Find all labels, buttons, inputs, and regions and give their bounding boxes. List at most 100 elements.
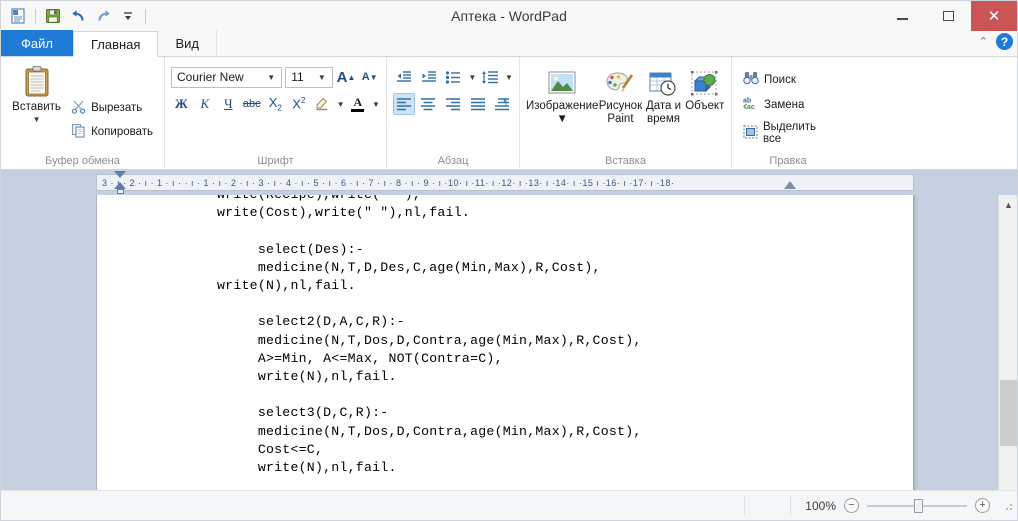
bold-button[interactable]: Ж bbox=[171, 93, 192, 115]
zoom-slider-thumb[interactable] bbox=[914, 498, 923, 513]
find-button[interactable]: Поиск bbox=[738, 68, 838, 91]
paragraph-settings-button[interactable]: ¶ bbox=[491, 93, 513, 115]
left-indent-marker[interactable] bbox=[117, 189, 124, 194]
align-right-button[interactable] bbox=[442, 93, 464, 115]
shrink-font-button[interactable]: A ▼ bbox=[359, 66, 380, 88]
zoom-percent-label: 100% bbox=[805, 498, 836, 513]
hanging-indent-marker[interactable] bbox=[114, 182, 126, 189]
undo-icon[interactable] bbox=[67, 5, 89, 27]
insert-picture-dropdown-icon[interactable]: ▼ bbox=[557, 113, 568, 126]
collapse-ribbon-icon[interactable]: ⌃ bbox=[979, 35, 988, 48]
copy-label: Копировать bbox=[91, 126, 153, 138]
highlight-button[interactable] bbox=[312, 93, 333, 115]
increase-indent-button[interactable] bbox=[418, 66, 440, 88]
select-all-label: Выделить все bbox=[763, 121, 817, 145]
grow-font-button[interactable]: A ▲ bbox=[336, 66, 357, 88]
cut-button[interactable]: Вырезать bbox=[66, 96, 158, 120]
font-size-combo[interactable]: 11 ▼ bbox=[285, 66, 333, 88]
qat-separator-1 bbox=[35, 8, 36, 24]
font-color-dropdown-icon[interactable]: ▼ bbox=[372, 100, 380, 109]
object-icon bbox=[688, 68, 722, 100]
zoom-in-button[interactable]: + bbox=[975, 498, 990, 513]
bullets-dropdown-icon[interactable]: ▼ bbox=[468, 73, 476, 82]
font-row-2: Ж К Ч abc X2 X2 ▼ A ▼ bbox=[171, 93, 380, 115]
redo-icon[interactable] bbox=[92, 5, 114, 27]
select-all-button[interactable]: Выделить все bbox=[738, 118, 838, 148]
tab-view[interactable]: Вид bbox=[158, 30, 217, 56]
insert-object-label: Объект bbox=[685, 100, 725, 112]
ribbon-group-font: Courier New ▼ 11 ▼ A ▲ A ▼ Ж К Ч abc X2 … bbox=[164, 57, 386, 170]
underline-icon: Ч bbox=[224, 96, 233, 111]
italic-button[interactable]: К bbox=[195, 93, 216, 115]
close-button[interactable]: ✕ bbox=[971, 1, 1017, 31]
decrease-indent-button[interactable] bbox=[393, 66, 415, 88]
chevron-down-icon[interactable]: ▼ bbox=[314, 73, 330, 82]
paint-drawing-label-2: Paint bbox=[607, 113, 634, 126]
clipboard-group-label: Буфер обмена bbox=[45, 155, 120, 167]
replace-button[interactable]: ab ac Замена bbox=[738, 93, 838, 116]
underline-button[interactable]: Ч bbox=[218, 93, 239, 115]
ribbon-tabs: Файл Главная Вид ⌃ ? bbox=[1, 30, 1017, 57]
minimize-button[interactable] bbox=[879, 1, 925, 31]
cut-label: Вырезать bbox=[91, 102, 143, 114]
status-separator-1 bbox=[744, 496, 746, 515]
line-spacing-button[interactable] bbox=[479, 66, 501, 88]
first-line-indent-marker[interactable] bbox=[114, 171, 126, 178]
zoom-slider[interactable] bbox=[867, 498, 967, 513]
svg-text:ac: ac bbox=[747, 104, 755, 110]
title-bar: Аптека - WordPad ✕ bbox=[1, 1, 1017, 31]
ribbon: Вставить ▼ Вырезать Копировать Буфер обм… bbox=[1, 57, 1017, 170]
line-spacing-dropdown-icon[interactable]: ▼ bbox=[505, 73, 513, 82]
document-text[interactable]: write(Recipe),write(" "), write(Cost),wr… bbox=[217, 195, 642, 514]
clipboard-commands: Вырезать Копировать bbox=[66, 62, 158, 170]
editing-group-label: Правка bbox=[769, 155, 807, 167]
zoom-out-button[interactable]: − bbox=[844, 498, 859, 513]
grow-font-icon: A bbox=[336, 68, 348, 86]
paste-dropdown-icon[interactable]: ▼ bbox=[33, 115, 41, 124]
paste-button[interactable]: Вставить ▼ bbox=[7, 62, 66, 170]
scroll-up-icon[interactable]: ▲ bbox=[999, 195, 1017, 214]
document-page[interactable]: write(Recipe),write(" "), write(Cost),wr… bbox=[96, 195, 914, 517]
tab-home[interactable]: Главная bbox=[72, 31, 159, 57]
right-indent-marker[interactable] bbox=[784, 181, 796, 189]
quick-access-toolbar bbox=[1, 1, 149, 31]
wordpad-doc-icon[interactable] bbox=[7, 5, 29, 27]
shrink-font-icon: A bbox=[361, 71, 370, 83]
align-center-button[interactable] bbox=[418, 93, 440, 115]
font-row-1: Courier New ▼ 11 ▼ A ▲ A ▼ bbox=[171, 62, 380, 88]
document-area: write(Recipe),write(" "), write(Cost),wr… bbox=[1, 195, 1017, 517]
font-name-combo[interactable]: Courier New ▼ bbox=[171, 66, 283, 88]
align-left-button[interactable] bbox=[393, 93, 415, 115]
italic-icon: К bbox=[200, 96, 210, 111]
copy-button[interactable]: Копировать bbox=[66, 120, 158, 144]
font-color-button[interactable]: A bbox=[348, 93, 369, 115]
tab-file[interactable]: Файл bbox=[1, 30, 73, 56]
paragraph-group-label: Абзац bbox=[437, 155, 469, 167]
paragraph-row-1: ▼ ▼ bbox=[393, 62, 513, 88]
vertical-scrollbar[interactable]: ▲ ▼ bbox=[998, 195, 1017, 517]
wordpad-window: Аптека - WordPad ✕ Файл Главная Вид ⌃ ? bbox=[0, 0, 1018, 521]
ribbon-group-paragraph: ▼ ▼ ¶ Абзац bbox=[386, 57, 519, 170]
font-color-icon: A bbox=[351, 96, 365, 112]
bold-icon: Ж bbox=[174, 96, 188, 111]
customize-qat-icon[interactable] bbox=[117, 5, 139, 27]
zoom-controls: 100% − + bbox=[791, 498, 1002, 513]
save-icon[interactable] bbox=[42, 5, 64, 27]
strikethrough-button[interactable]: abc bbox=[242, 93, 263, 115]
resize-grip-icon[interactable] bbox=[1002, 500, 1014, 512]
highlight-dropdown-icon[interactable]: ▼ bbox=[337, 100, 345, 109]
subscript-icon: X2 bbox=[268, 95, 282, 113]
chevron-down-icon[interactable]: ▼ bbox=[263, 73, 279, 82]
justify-button[interactable] bbox=[467, 93, 489, 115]
maximize-button[interactable] bbox=[925, 1, 971, 31]
superscript-button[interactable]: X2 bbox=[289, 93, 310, 115]
svg-text:¶: ¶ bbox=[503, 97, 507, 106]
bullets-button[interactable] bbox=[443, 66, 465, 88]
scrollbar-thumb[interactable] bbox=[1000, 380, 1017, 446]
ribbon-group-insert: Изображение ▼ Рисунок Paint Дата и время… bbox=[519, 57, 731, 170]
subscript-button[interactable]: X2 bbox=[265, 93, 286, 115]
help-icon[interactable]: ? bbox=[996, 33, 1013, 50]
font-group-label: Шрифт bbox=[257, 155, 294, 167]
window-controls: ✕ bbox=[879, 1, 1017, 31]
paragraph-row-2: ¶ bbox=[393, 93, 513, 115]
